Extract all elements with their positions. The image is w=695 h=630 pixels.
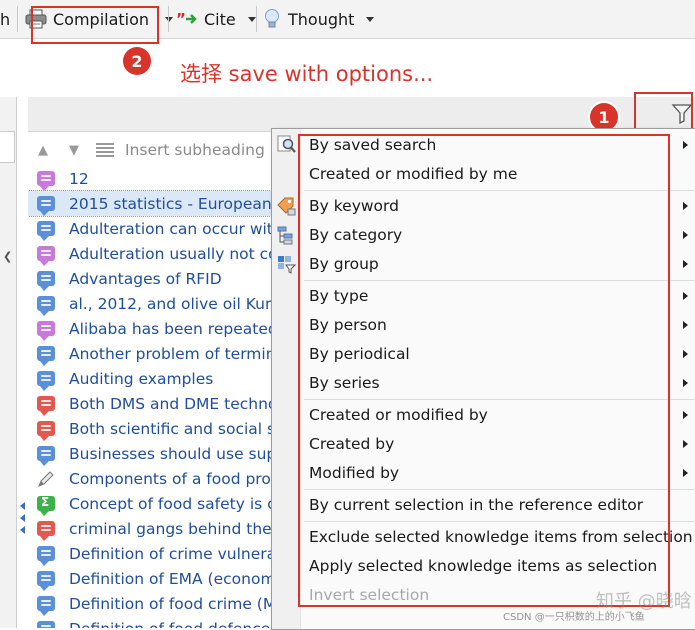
chevron-down-icon[interactable] [247, 16, 256, 22]
comment-icon [37, 271, 55, 291]
comment-icon [37, 571, 55, 591]
left-divider [0, 252, 12, 253]
collapse-arrows-icon[interactable] [18, 500, 26, 540]
list-icon[interactable] [95, 142, 115, 158]
cite-icon: ” [176, 11, 197, 27]
insert-subheading-button[interactable]: Insert subheading [125, 141, 265, 159]
comment-icon [37, 296, 55, 316]
group-filter-icon [276, 254, 297, 274]
submenu-arrow-icon [683, 440, 688, 448]
csdn-watermark: CSDN @一只枳数的上的小飞鱼 [503, 612, 645, 623]
pencil-icon [37, 470, 55, 488]
knowledge-item-title: 2015 statistics - European F [69, 194, 286, 213]
filter-highlight-box [634, 92, 693, 132]
step-1-badge: 1 [590, 103, 618, 131]
submenu-arrow-icon [683, 411, 688, 419]
knowledge-item-title: Concept of food safety is ch [69, 494, 286, 513]
submenu-arrow-icon [683, 141, 688, 149]
comment-icon [37, 446, 55, 466]
comment-icon [37, 396, 55, 416]
category-tree-icon [276, 225, 296, 245]
comment-icon [37, 546, 55, 566]
knowledge-item-title: Definition of crime vulnerab [69, 544, 286, 563]
submenu-arrow-icon [683, 260, 688, 268]
cite-button[interactable]: ” Cite [176, 0, 256, 38]
knowledge-item-title: Another problem of termin [69, 344, 276, 363]
tag-icon [276, 196, 296, 216]
comment-icon [37, 371, 55, 391]
knowledge-item-title: 12 [69, 169, 89, 188]
comment-icon [37, 171, 55, 191]
knowledge-item-title: Components of a food prot [69, 469, 277, 488]
chevron-down-icon[interactable] [165, 16, 174, 22]
knowledge-item-title: Advantages of RFID [69, 269, 222, 288]
knowledge-item-title: al., 2012, and olive oil Kuma [69, 294, 290, 313]
knowledge-item-title: Alibaba has been repeatedl [69, 319, 283, 338]
toolbar-separator [256, 6, 257, 32]
comment-icon [37, 596, 55, 616]
chevron-down-icon[interactable] [366, 16, 375, 22]
comment-icon [37, 621, 55, 628]
toolbar-partial-label: h [0, 9, 11, 29]
left-panel-field[interactable] [0, 131, 15, 163]
search-icon [276, 135, 296, 155]
thought-button[interactable]: Thought [262, 0, 375, 38]
cite-label: Cite [204, 9, 236, 29]
move-down-icon[interactable]: ▼ [64, 143, 84, 158]
knowledge-item-title: Adulteration can occur with [69, 219, 283, 238]
toolbar-separator [17, 6, 18, 32]
comment-icon [37, 521, 55, 541]
sigma-icon: Σ [37, 495, 55, 516]
svg-text:”: ” [176, 11, 186, 27]
knowledge-item-title: criminal gangs behind the il [69, 519, 286, 538]
instruction-text: 选择 save with options... [180, 62, 434, 86]
knowledge-item-title: Both DMS and DME techno [69, 394, 278, 413]
toolbar-partial-button[interactable]: h [0, 0, 10, 38]
left-panel-edge [0, 97, 17, 628]
submenu-arrow-icon [683, 469, 688, 477]
menu-highlight-box [298, 134, 670, 607]
comment-icon [37, 221, 55, 241]
submenu-arrow-icon [683, 202, 688, 210]
submenu-arrow-icon [683, 379, 688, 387]
step-2-badge: 2 [123, 47, 151, 75]
submenu-arrow-icon [683, 231, 688, 239]
submenu-arrow-icon [683, 350, 688, 358]
comment-icon [37, 421, 55, 441]
knowledge-item-title: Adulteration usually not co [69, 244, 278, 263]
compilation-highlight-box [31, 6, 159, 44]
knowledge-item-title: Both scientific and social sc [69, 419, 284, 438]
lightbulb-icon [265, 9, 279, 28]
comment-icon [37, 321, 55, 341]
comment-icon [37, 196, 55, 216]
thought-label: Thought [288, 9, 355, 29]
comment-icon [37, 246, 55, 266]
knowledge-item-title: Definition of EMA (econom [69, 569, 276, 588]
knowledge-item-title: Definition of food crime (M [69, 594, 277, 613]
move-up-icon[interactable]: ▲ [33, 143, 53, 158]
toolbar-separator [168, 6, 169, 32]
comment-icon [37, 346, 55, 366]
submenu-arrow-icon [683, 292, 688, 300]
knowledge-item-title: Businesses should use supp [69, 444, 287, 463]
submenu-arrow-icon [683, 321, 688, 329]
knowledge-item-title: Auditing examples [69, 369, 214, 388]
